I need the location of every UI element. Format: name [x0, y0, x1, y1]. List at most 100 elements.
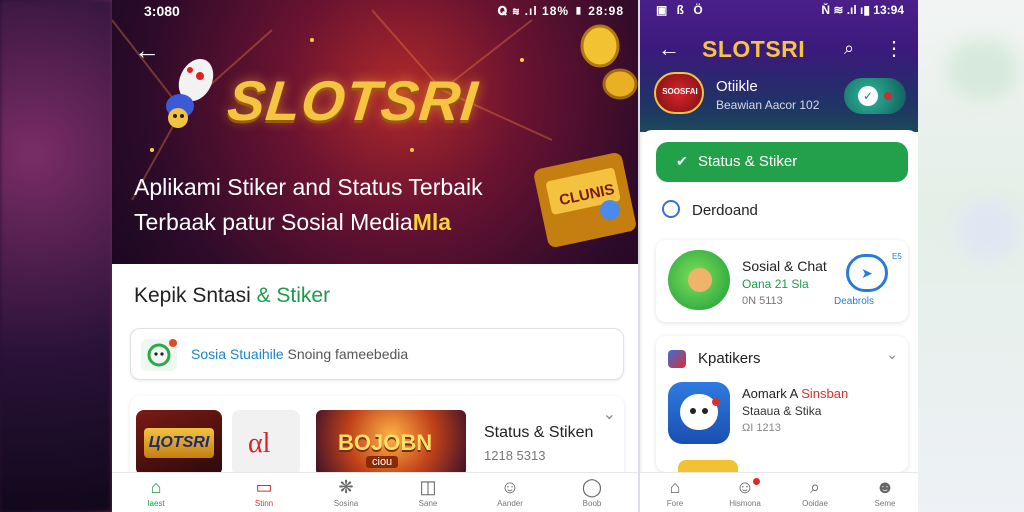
sticker-app-meta: ΩI 1213 — [742, 422, 781, 434]
nav-item-emoji[interactable]: ☺ Aander — [480, 477, 540, 508]
app-avatar — [668, 250, 730, 310]
indicator-dot — [884, 92, 892, 100]
download-button-label: Deabrols — [834, 296, 875, 307]
home-icon: ⌂ — [669, 477, 681, 497]
check-icon: ✓ — [858, 86, 878, 106]
sticker-app-icon[interactable] — [668, 382, 730, 444]
download-button[interactable]: ➤ — [846, 254, 888, 292]
status-sticker-button[interactable]: ✔ Status & Stiker — [656, 142, 908, 182]
chat-sticker-icon — [141, 339, 177, 371]
stickers-card[interactable]: Kpatikers ⌄ Aomark A Sinsban Staaua & St… — [656, 336, 908, 472]
bookmark-icon: ◫ — [419, 477, 437, 497]
game-thumbnail-sub: ciou — [366, 456, 399, 468]
app-title: SLOTSRI — [702, 36, 806, 62]
status-bar: ▣ ß Ö Ň ≋ .ıl ı▮ 13:94 — [640, 0, 918, 22]
status-time: 3:080 — [144, 3, 180, 19]
rocket-mascot-icon — [166, 58, 214, 128]
nav-item-chat[interactable]: ◯ Boob — [562, 477, 622, 508]
search-card-link: Sosia Stuaihile — [191, 346, 284, 362]
back-arrow-icon[interactable]: ← — [658, 36, 680, 62]
nav-item-profile[interactable]: ☻ Seme — [860, 477, 910, 508]
slot-thumbnail[interactable]: ЦОТSRI — [136, 410, 222, 476]
alpha-thumbnail[interactable]: αl — [232, 410, 300, 476]
nav-label: Boob — [582, 499, 602, 508]
sticker-pack-icon — [668, 350, 686, 368]
card-title: Status & Stiken — [484, 424, 594, 441]
app-logo: SOOSFAI — [654, 72, 704, 114]
send-icon: ✔ — [676, 153, 688, 169]
social-chat-card[interactable]: Sosial & Chat Oana 21 Sla 0N 5113 ➤ Deab… — [656, 240, 908, 322]
send-icon: ➤ — [861, 265, 873, 281]
search-icon[interactable]: ⌕ — [844, 38, 854, 59]
section-title-accent: & Stiker — [256, 284, 331, 307]
status-icons: 𝐐 ≋ .ıl 18% ▮ 28:98 — [497, 4, 624, 18]
download-section-title: Derdoand — [662, 200, 758, 220]
app-header: ▣ ß Ö Ň ≋ .ıl ı▮ 13:94 ← SLOTSRI ⌕ ⋮ SOO… — [640, 0, 918, 132]
nav-label: Aander — [497, 499, 523, 508]
nav-item-save[interactable]: ◫ Sane — [398, 477, 458, 508]
status-notifications: ▣ ß Ö — [656, 3, 706, 17]
hero-headline-line2: Terbaak patur Sosial Media — [134, 209, 413, 235]
download-label: Derdoand — [692, 202, 758, 219]
chat-bubble-icon: ◯ — [581, 477, 603, 497]
nav-label: Iaest — [147, 499, 165, 508]
chevron-down-icon[interactable]: ⌄ — [886, 346, 898, 363]
search-card-text: Sosia Stuaihile Snoing fameebedia — [191, 346, 408, 362]
nav-label: Fore — [666, 499, 684, 508]
nav-item-stickers[interactable]: ▭ Stinn — [234, 477, 294, 508]
nav-item-social[interactable]: ❋ Sosina — [316, 477, 376, 508]
back-arrow-icon[interactable]: ← — [134, 36, 162, 64]
nav-label: Sosina — [333, 499, 359, 508]
sticker-icon: ▭ — [255, 477, 273, 497]
left-phone-screen: 3:080 𝐐 ≋ .ıl 18% ▮ 28:98 ← SLOTSRI CLUN… — [112, 0, 638, 512]
chevron-down-icon[interactable]: ⌄ — [603, 404, 616, 424]
game-thumbnail[interactable]: BOJOBN ciou — [316, 410, 466, 476]
nav-item-history[interactable]: ☺ Hismona — [720, 477, 770, 508]
bottom-navigation: ⌂ Iaest ▭ Stinn ❋ Sosina ◫ Sane ☺ Aander… — [112, 472, 638, 512]
nav-item-home[interactable]: ⌂ Fore — [650, 477, 700, 508]
more-vertical-icon[interactable]: ⋮ — [884, 36, 904, 61]
hero-headline-line1: Aplikami Stiker and Status Terbaik — [134, 174, 483, 200]
notification-badge — [752, 477, 761, 486]
nav-label: Hismona — [729, 499, 761, 508]
sticker-app-title-main: Aomark A — [742, 386, 802, 401]
share-icon: ❋ — [338, 477, 354, 497]
thumbnail-logo-text: ЦОТSRI — [144, 428, 214, 458]
nav-label: Sane — [418, 499, 438, 508]
sticker-app-title: Aomark A Sinsban — [742, 386, 848, 401]
card-title: Sosial & Chat — [742, 258, 827, 274]
bottom-navigation: ⌂ Fore ☺ Hismona ⌕ Ooidae ☻ Seme — [640, 472, 918, 512]
content-panel: ✔ Status & Stiker Derdoand Sosial & Chat… — [642, 130, 918, 472]
card-header: Kpatikers — [698, 350, 761, 367]
card-subtitle: 1218 5313 — [484, 448, 546, 463]
nav-label: Seme — [874, 499, 896, 508]
download-icon — [662, 200, 680, 219]
status-icons: Ň ≋ .ıl ı▮ 13:94 — [821, 3, 904, 17]
hero-headline-accent: Mla — [412, 209, 452, 235]
nav-item-home[interactable]: ⌂ Iaest — [126, 477, 186, 508]
nav-label: Ooidae — [802, 499, 828, 508]
button-label: Status & Stiker — [698, 153, 798, 170]
status-toggle[interactable]: ✓ — [844, 78, 906, 114]
download-count: E5 — [892, 252, 902, 261]
background-right — [918, 0, 1024, 512]
hero-headline: Aplikami Stiker and Status Terbaik Terba… — [134, 170, 534, 240]
sticker-app-title-accent: Sinsban — [801, 386, 849, 401]
game-thumbnail-title: BOJOBN — [338, 430, 433, 455]
app-subtitle: Beawian Aacor 102 — [716, 98, 820, 112]
status-bar: 3:080 𝐐 ≋ .ıl 18% ▮ 28:98 — [112, 0, 638, 24]
emoji-icon: ☺ — [735, 477, 755, 497]
hero-banner: 3:080 𝐐 ≋ .ıl 18% ▮ 28:98 ← SLOTSRI CLUN… — [112, 0, 638, 264]
search-card-desc: Snoing fameebedia — [283, 346, 409, 362]
home-icon: ⌂ — [150, 477, 162, 497]
app-logo-text: SLOTSRI — [224, 69, 481, 132]
category-search-card[interactable]: Sosia Stuaihile Snoing fameebedia — [130, 328, 624, 380]
nav-item-search[interactable]: ⌕ Ooidae — [790, 477, 840, 508]
profile-icon: ☻ — [875, 477, 895, 497]
app-logo-text: SOOSFAI — [662, 87, 698, 96]
section-title-main: Kepik Sntasi — [134, 284, 257, 307]
card-subtitle: Oana 21 Sla — [742, 277, 809, 291]
search-icon: ⌕ — [809, 477, 821, 497]
right-phone-screen: ▣ ß Ö Ň ≋ .ıl ı▮ 13:94 ← SLOTSRI ⌕ ⋮ SOO… — [640, 0, 918, 512]
slot-machine-icon: CLUNIS — [534, 153, 636, 247]
